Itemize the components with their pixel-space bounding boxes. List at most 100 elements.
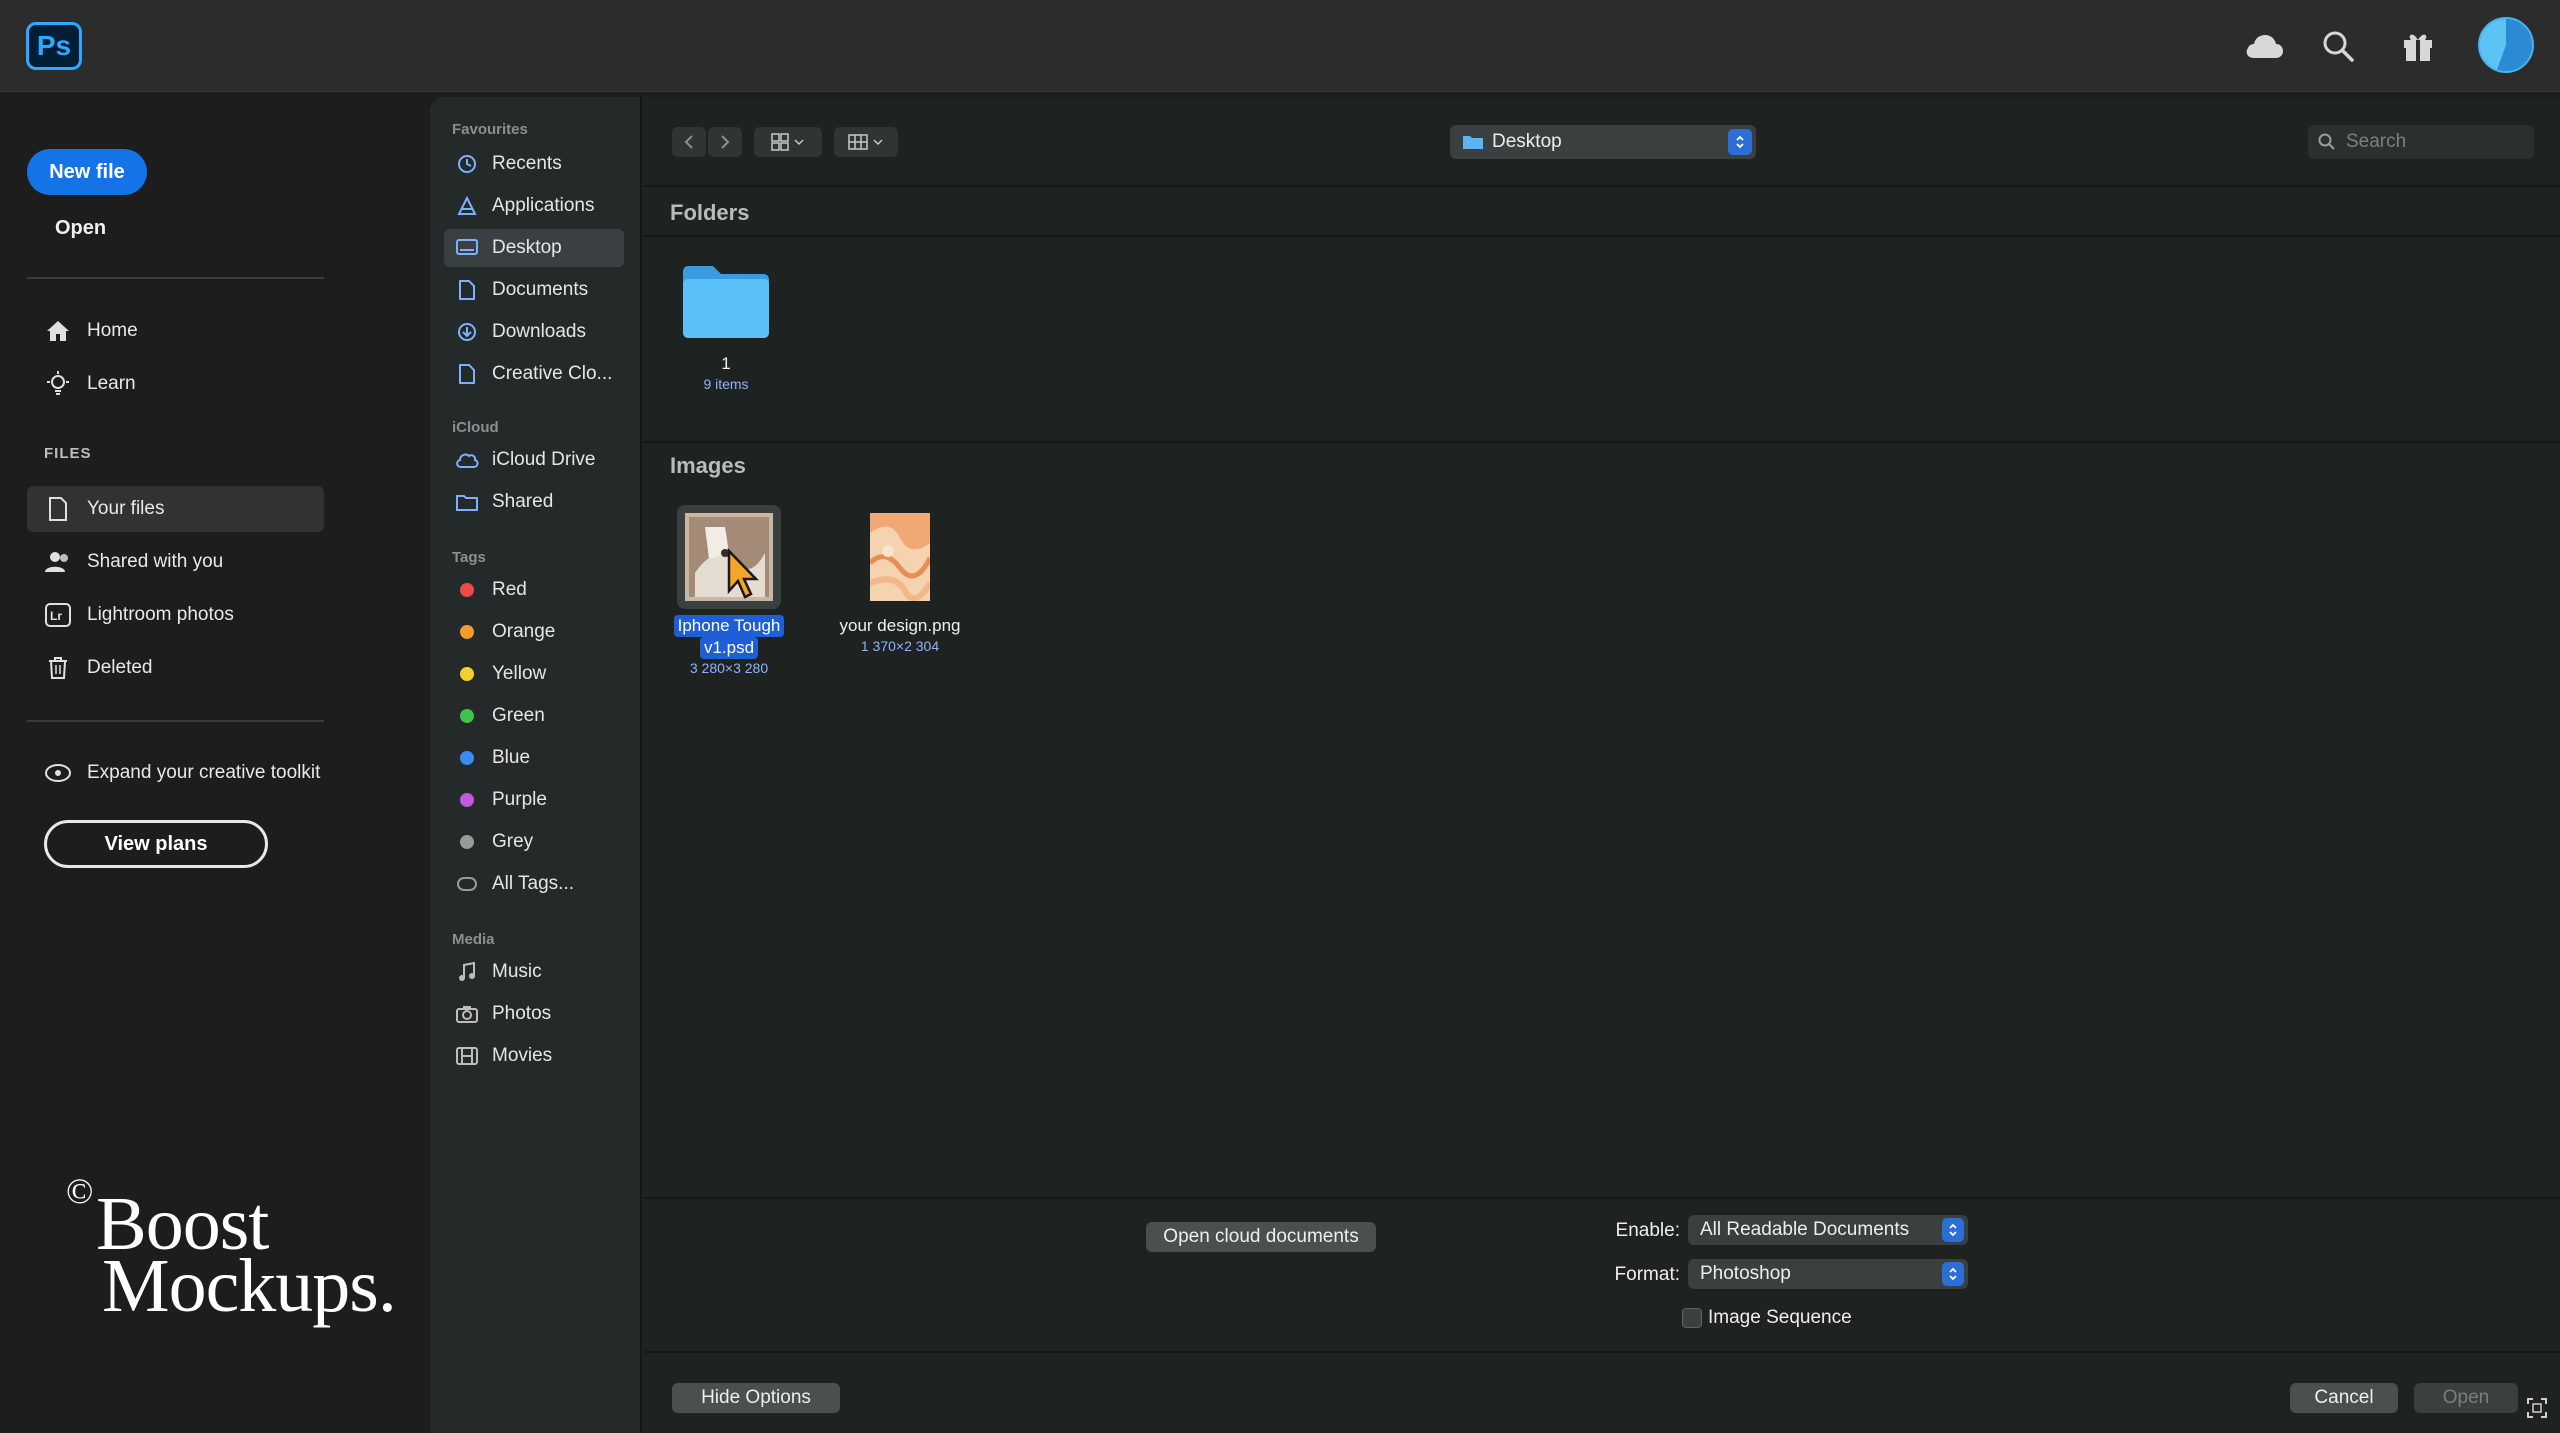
enable-value: All Readable Documents — [1700, 1219, 1910, 1240]
file-name-line-2: v1.psd — [699, 637, 759, 659]
cloud-icon — [454, 447, 480, 473]
sidebar-tag-blue[interactable]: Blue — [444, 739, 624, 777]
chevron-down-icon — [794, 139, 804, 146]
open-cloud-documents-button[interactable]: Open cloud documents — [1146, 1222, 1376, 1252]
sidebar-item-label: Purple — [492, 789, 547, 810]
sidebar-tag-red[interactable]: Red — [444, 571, 624, 609]
dialog-main: Desktop Search Folders 1 9 items Images — [644, 97, 2560, 1433]
chevron-right-icon — [721, 135, 730, 149]
sidebar-tag-orange[interactable]: Orange — [444, 613, 624, 651]
folder-meta: 9 items — [703, 376, 749, 392]
logo-text: Ps — [36, 30, 72, 61]
location-popup[interactable]: Desktop — [1450, 125, 1756, 159]
sidebar-item-recents[interactable]: Recents — [444, 145, 624, 183]
sidebar-tag-yellow[interactable]: Yellow — [444, 655, 624, 693]
tag-dot-grey — [454, 829, 480, 855]
nav-item-label: Your files — [87, 498, 165, 519]
search-icon[interactable] — [2314, 22, 2362, 70]
sidebar-item-label: Photos — [492, 1003, 552, 1024]
nav-item-learn[interactable]: Learn — [27, 361, 324, 407]
nav-item-lightroom-photos[interactable]: Lr Lightroom photos — [27, 592, 324, 638]
sidebar-item-downloads[interactable]: Downloads — [444, 313, 624, 351]
sidebar-item-music[interactable]: Music — [444, 953, 624, 991]
back-button[interactable] — [672, 127, 706, 157]
tag-dot-red — [454, 577, 480, 603]
sidebar-item-applications[interactable]: Applications — [444, 187, 624, 225]
lightbulb-icon — [43, 369, 73, 399]
sidebar-item-label: Orange — [492, 621, 556, 642]
sidebar-tag-green[interactable]: Green — [444, 697, 624, 735]
favourites-heading: Favourites — [452, 121, 528, 138]
png-thumbnail — [868, 513, 933, 602]
nav-item-home[interactable]: Home — [27, 308, 324, 354]
home-icon — [43, 316, 73, 346]
sidebar-item-desktop[interactable]: Desktop — [444, 229, 624, 267]
avatar[interactable] — [2478, 17, 2534, 73]
nav-item-shared-with-you[interactable]: Shared with you — [27, 539, 324, 585]
trash-icon — [43, 653, 73, 683]
sidebar-item-label: iCloud Drive — [492, 449, 596, 470]
svg-text:Lr: Lr — [50, 609, 62, 623]
new-file-button[interactable]: New file — [27, 149, 147, 195]
sidebar-item-label: Recents — [492, 153, 562, 174]
nav-item-your-files[interactable]: Your files — [27, 486, 324, 532]
image-sequence-checkbox[interactable] — [1682, 1308, 1702, 1328]
sidebar-item-shared[interactable]: Shared — [444, 483, 624, 521]
document-icon — [454, 277, 480, 303]
folder-item[interactable]: 1 9 items — [670, 262, 782, 393]
film-icon — [454, 1043, 480, 1069]
folder-icon — [1463, 136, 1483, 149]
screenshot-icon[interactable] — [2526, 1397, 2548, 1419]
photoshop-logo[interactable]: Ps — [26, 22, 82, 70]
hide-options-button[interactable]: Hide Options — [672, 1383, 840, 1413]
sidebar-tag-all[interactable]: All Tags... — [444, 865, 624, 903]
nav-item-label: Deleted — [87, 657, 153, 678]
image-file-your-design[interactable]: your design.png 1 370×2 304 — [820, 505, 980, 655]
sidebar-tag-grey[interactable]: Grey — [444, 823, 624, 861]
view-plans-button[interactable]: View plans — [44, 820, 268, 868]
nav-item-label: Lightroom photos — [87, 604, 234, 625]
sidebar-item-label: Red — [492, 579, 527, 600]
sidebar-item-label: Green — [492, 705, 545, 726]
view-mode-button[interactable] — [754, 127, 822, 157]
format-select[interactable]: Photoshop — [1688, 1259, 1968, 1289]
sidebar-tag-purple[interactable]: Purple — [444, 781, 624, 819]
cloud-icon[interactable] — [2240, 22, 2288, 70]
image-sequence-label: Image Sequence — [1708, 1307, 1852, 1328]
open-button[interactable]: Open — [2414, 1383, 2518, 1413]
nav-item-label: Shared with you — [87, 551, 224, 572]
sidebar-item-photos[interactable]: Photos — [444, 995, 624, 1033]
search-placeholder: Search — [2346, 131, 2407, 152]
group-by-button[interactable] — [834, 127, 898, 157]
dialog-toolbar: Desktop Search — [644, 97, 2560, 187]
file-dimensions: 1 370×2 304 — [860, 638, 940, 654]
location-label: Desktop — [1492, 131, 1562, 152]
chevron-left-icon — [684, 135, 693, 149]
sidebar-item-creative-cloud[interactable]: Creative Clo... — [444, 355, 624, 393]
expand-toolkit-link[interactable]: Expand your creative toolkit — [27, 750, 324, 796]
cancel-button[interactable]: Cancel — [2290, 1383, 2398, 1413]
media-heading: Media — [452, 931, 495, 948]
open-button[interactable]: Open — [55, 217, 106, 240]
sidebar-item-label: Downloads — [492, 321, 586, 342]
image-file-iphone-tough[interactable]: Iphone Tough v1.psd 3 280×3 280 — [664, 505, 794, 677]
sidebar-item-documents[interactable]: Documents — [444, 271, 624, 309]
images-heading: Images — [670, 453, 746, 478]
sidebar-item-label: Applications — [492, 195, 595, 216]
search-icon — [2318, 133, 2335, 150]
folder-name: 1 — [721, 354, 731, 373]
sidebar-item-icloud-drive[interactable]: iCloud Drive — [444, 441, 624, 479]
people-icon — [43, 547, 73, 577]
divider — [644, 1351, 2560, 1353]
group-view-icon — [848, 134, 868, 150]
sidebar-item-label: Documents — [492, 279, 589, 300]
sidebar-item-movies[interactable]: Movies — [444, 1037, 624, 1075]
nav-item-deleted[interactable]: Deleted — [27, 645, 324, 691]
gift-icon[interactable] — [2394, 22, 2442, 70]
enable-select[interactable]: All Readable Documents — [1688, 1215, 1968, 1245]
sidebar-item-label: Movies — [492, 1045, 553, 1066]
search-input[interactable]: Search — [2308, 125, 2534, 159]
document-icon — [43, 494, 73, 524]
forward-button[interactable] — [708, 127, 742, 157]
psd-thumbnail — [685, 513, 773, 601]
